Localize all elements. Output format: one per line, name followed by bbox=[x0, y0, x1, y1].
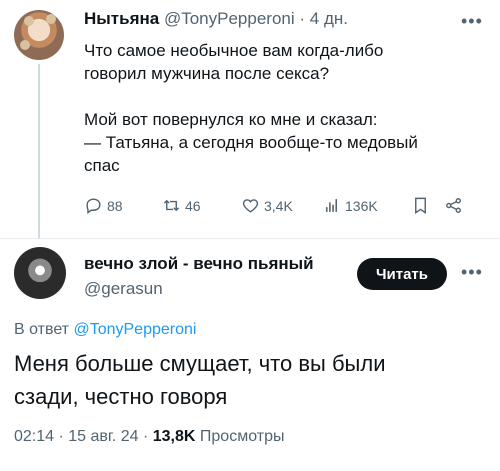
views-icon bbox=[325, 199, 338, 212]
views-count: 136K bbox=[345, 197, 378, 214]
reply-to: В ответ @TonyPepperoni bbox=[14, 321, 196, 339]
views-count: 13,8K bbox=[152, 428, 196, 445]
avatar[interactable] bbox=[14, 10, 64, 60]
tweet-actions: 88 46 3,4K 136K bbox=[84, 196, 484, 224]
reply-button[interactable]: 88 bbox=[84, 196, 123, 215]
more-icon[interactable]: ••• bbox=[461, 262, 483, 283]
like-button[interactable]: 3,4K bbox=[241, 196, 293, 215]
share-icon bbox=[446, 198, 461, 213]
divider bbox=[0, 238, 500, 239]
tweet-date[interactable]: 15 авг. 24 bbox=[68, 428, 138, 445]
like-count: 3,4K bbox=[264, 197, 293, 214]
tweet-header: Нытьяна @TonyPepperoni · 4 дн. bbox=[84, 9, 348, 29]
views-button[interactable]: 136K bbox=[322, 196, 378, 215]
author-handle[interactable]: @TonyPepperoni bbox=[164, 9, 295, 28]
tweet-time[interactable]: 02:14 bbox=[14, 428, 54, 445]
bookmark-button[interactable] bbox=[411, 196, 430, 215]
reply-count: 88 bbox=[107, 197, 123, 214]
separator: · bbox=[299, 9, 306, 28]
author-handle[interactable]: @gerasun bbox=[84, 279, 163, 299]
tweet-time[interactable]: 4 дн. bbox=[310, 9, 348, 28]
tweet-text: Что самое необычное вам когда-либо говор… bbox=[84, 41, 418, 175]
views-label: Просмотры bbox=[199, 428, 285, 445]
follow-button[interactable]: Читать bbox=[357, 258, 447, 290]
reply-handle-link[interactable]: @TonyPepperoni bbox=[73, 321, 196, 338]
reply-icon bbox=[86, 198, 101, 215]
avatar[interactable] bbox=[14, 247, 66, 299]
thread-line bbox=[38, 64, 40, 239]
reply-prefix: В ответ bbox=[14, 321, 70, 338]
share-button[interactable] bbox=[444, 196, 463, 215]
bookmark-icon bbox=[415, 197, 426, 214]
heart-icon bbox=[242, 199, 259, 213]
more-icon[interactable]: ••• bbox=[461, 11, 483, 32]
retweet-button[interactable]: 46 bbox=[162, 196, 201, 215]
author-name[interactable]: Нытьяна bbox=[84, 9, 159, 28]
tweet-meta: 02:14 · 15 авг. 24 · 13,8K Просмотры bbox=[14, 428, 285, 445]
author-name[interactable]: вечно злой - вечно пьяный bbox=[84, 254, 314, 274]
retweet-count: 46 bbox=[185, 197, 201, 214]
retweet-icon bbox=[163, 199, 180, 212]
tweet-text: Меня больше смущает, что вы были сзади, … bbox=[14, 351, 386, 409]
